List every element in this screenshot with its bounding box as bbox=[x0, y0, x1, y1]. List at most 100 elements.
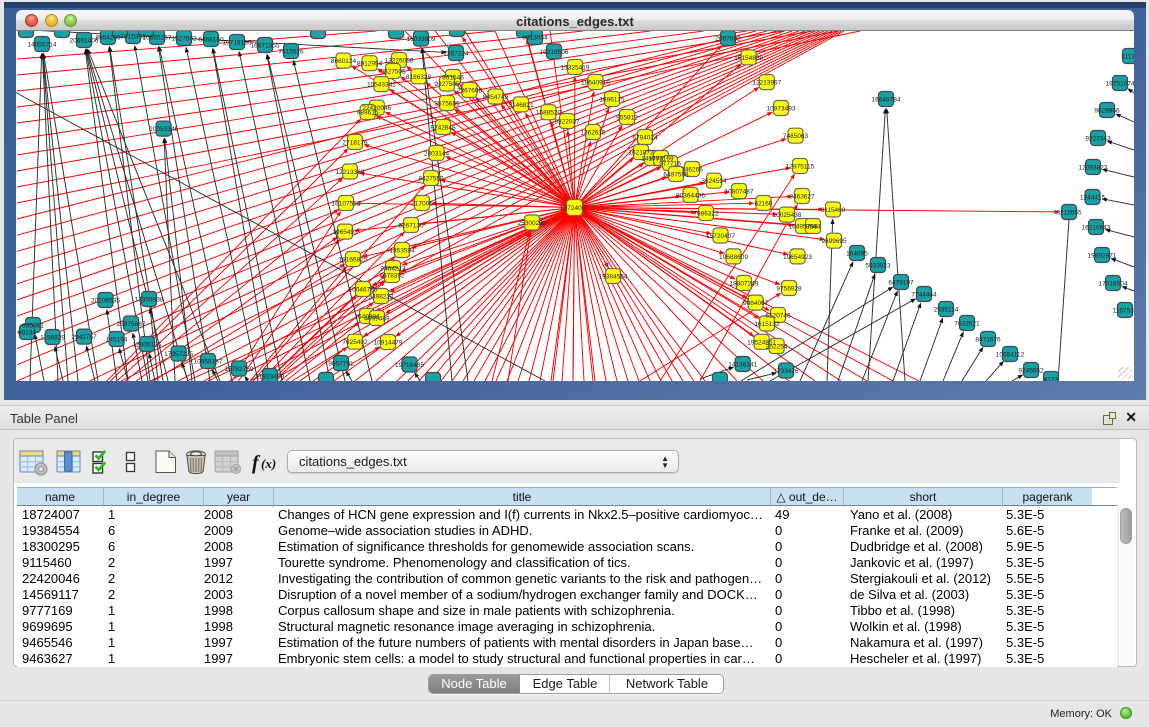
svg-text:19716485: 19716485 bbox=[395, 362, 424, 369]
svg-text:19892971: 19892971 bbox=[1088, 253, 1117, 260]
svg-text:19166825: 19166825 bbox=[339, 257, 368, 264]
svg-text:9756928: 9756928 bbox=[776, 286, 802, 293]
svg-text:(x): (x) bbox=[261, 456, 276, 471]
svg-text:1615132: 1615132 bbox=[754, 321, 780, 328]
svg-text:19654923: 19654923 bbox=[783, 254, 812, 261]
svg-text:9827505: 9827505 bbox=[380, 69, 406, 76]
svg-text:9146821: 9146821 bbox=[508, 102, 534, 109]
svg-text:6497568: 6497568 bbox=[663, 172, 689, 179]
svg-text:7625402: 7625402 bbox=[342, 339, 368, 346]
svg-text:18640910: 18640910 bbox=[581, 80, 610, 87]
svg-text:8912954: 8912954 bbox=[357, 61, 383, 68]
svg-text:16107552: 16107552 bbox=[332, 201, 361, 208]
svg-text:8427552: 8427552 bbox=[418, 176, 444, 183]
svg-text:3624554: 3624554 bbox=[701, 178, 727, 185]
svg-text:8267130: 8267130 bbox=[398, 223, 424, 230]
svg-text:9829966: 9829966 bbox=[1094, 108, 1120, 115]
svg-text:9644: 9644 bbox=[806, 224, 821, 231]
svg-text:8678352: 8678352 bbox=[379, 273, 405, 280]
svg-text:2935114: 2935114 bbox=[934, 307, 959, 314]
svg-text:9464213: 9464213 bbox=[380, 266, 406, 273]
svg-text:20053346: 20053346 bbox=[149, 126, 178, 133]
svg-text:6466160: 6466160 bbox=[198, 37, 224, 44]
svg-text:12213967: 12213967 bbox=[752, 80, 781, 87]
svg-text:10914479: 10914479 bbox=[374, 340, 403, 347]
svg-text:17359938: 17359938 bbox=[135, 297, 164, 304]
svg-text:16648784: 16648784 bbox=[872, 97, 901, 104]
svg-text:23975887: 23975887 bbox=[117, 321, 146, 328]
svg-text:16033809: 16033809 bbox=[407, 36, 436, 43]
svg-text:10719185: 10719185 bbox=[223, 40, 252, 47]
svg-text:9227343: 9227343 bbox=[1085, 136, 1111, 143]
svg-text:16671355: 16671355 bbox=[251, 43, 280, 50]
svg-text:7632621: 7632621 bbox=[954, 321, 980, 328]
svg-text:1965493: 1965493 bbox=[332, 229, 358, 236]
svg-text:217006: 217006 bbox=[411, 201, 433, 208]
svg-text:3675685: 3675685 bbox=[434, 101, 460, 108]
svg-text:5933923: 5933923 bbox=[865, 263, 891, 270]
svg-text:8123: 8123 bbox=[1044, 377, 1059, 382]
svg-text:7357224: 7357224 bbox=[443, 51, 469, 58]
svg-text:12213369: 12213369 bbox=[336, 169, 365, 176]
svg-text:8215955: 8215955 bbox=[1056, 210, 1082, 217]
svg-text:9245652: 9245652 bbox=[1018, 368, 1044, 375]
svg-text:3498222: 3498222 bbox=[368, 294, 394, 301]
svg-text:10688609: 10688609 bbox=[719, 254, 748, 261]
svg-text:8471676: 8471676 bbox=[975, 337, 1001, 344]
svg-text:8954269: 8954269 bbox=[95, 35, 121, 42]
svg-text:10046786: 10046786 bbox=[349, 287, 378, 294]
svg-text:8660124: 8660124 bbox=[331, 58, 357, 65]
svg-text:2718176: 2718176 bbox=[342, 140, 368, 147]
svg-text:835061: 835061 bbox=[22, 323, 44, 330]
svg-text:145194: 145194 bbox=[106, 337, 128, 344]
svg-text:14136141: 14136141 bbox=[728, 362, 757, 369]
svg-text:16782759: 16782759 bbox=[225, 366, 254, 373]
svg-text:16154838: 16154838 bbox=[734, 55, 763, 62]
svg-text:9857791: 9857791 bbox=[328, 361, 354, 368]
svg-text:955812: 955812 bbox=[616, 115, 638, 122]
svg-text:15720407: 15720407 bbox=[706, 233, 735, 240]
svg-text:4099489: 4099489 bbox=[364, 316, 390, 323]
svg-text:17016504: 17016504 bbox=[1099, 281, 1128, 288]
svg-text:13325419: 13325419 bbox=[561, 65, 590, 72]
svg-text:1527602: 1527602 bbox=[171, 36, 197, 43]
svg-text:1244415: 1244415 bbox=[1080, 195, 1106, 202]
svg-text:9242848: 9242848 bbox=[430, 125, 456, 132]
svg-text:12905135: 12905135 bbox=[133, 342, 162, 349]
svg-text:9699695: 9699695 bbox=[821, 238, 847, 245]
svg-text:1362615: 1362615 bbox=[580, 130, 606, 137]
svg-text:10807487: 10807487 bbox=[725, 189, 754, 196]
svg-text:19751074: 19751074 bbox=[1106, 81, 1134, 88]
svg-text:2087682: 2087682 bbox=[715, 36, 741, 43]
svg-text:2942757: 2942757 bbox=[71, 334, 97, 341]
svg-text:164095: 164095 bbox=[846, 251, 868, 258]
svg-text:20364436: 20364436 bbox=[676, 193, 705, 200]
svg-text:9115460: 9115460 bbox=[821, 207, 846, 214]
svg-text:62160: 62160 bbox=[754, 201, 772, 208]
svg-text:7515526: 7515526 bbox=[278, 49, 304, 56]
svg-text:2367608: 2367608 bbox=[457, 88, 483, 95]
svg-text:17957225: 17957225 bbox=[164, 351, 193, 358]
svg-text:10973493: 10973493 bbox=[767, 106, 796, 113]
svg-text:9463627: 9463627 bbox=[789, 194, 815, 201]
svg-text:8186328: 8186328 bbox=[406, 74, 432, 81]
svg-text:2803144: 2803144 bbox=[424, 151, 450, 158]
svg-text:1733426: 1733426 bbox=[773, 368, 799, 375]
svg-text:9084067: 9084067 bbox=[743, 300, 769, 307]
svg-text:8322037: 8322037 bbox=[554, 119, 580, 126]
svg-text:7485063: 7485063 bbox=[783, 133, 809, 140]
svg-text:1588520: 1588520 bbox=[536, 110, 562, 117]
svg-text:20206535: 20206535 bbox=[91, 298, 120, 305]
svg-text:14055714: 14055714 bbox=[28, 42, 57, 49]
svg-text:18724007: 18724007 bbox=[560, 205, 589, 212]
svg-text:977716: 977716 bbox=[659, 161, 681, 168]
svg-text:10654112: 10654112 bbox=[996, 352, 1025, 359]
svg-text:11124: 11124 bbox=[1121, 54, 1134, 61]
svg-text:16210643: 16210643 bbox=[1082, 225, 1111, 232]
svg-text:25300293: 25300293 bbox=[518, 220, 547, 227]
svg-text:88134: 88134 bbox=[18, 330, 36, 337]
svg-text:f: f bbox=[252, 452, 261, 474]
svg-text:252254: 252254 bbox=[766, 344, 788, 351]
svg-text:1156829: 1156829 bbox=[40, 335, 65, 342]
svg-text:13226058: 13226058 bbox=[385, 58, 414, 65]
